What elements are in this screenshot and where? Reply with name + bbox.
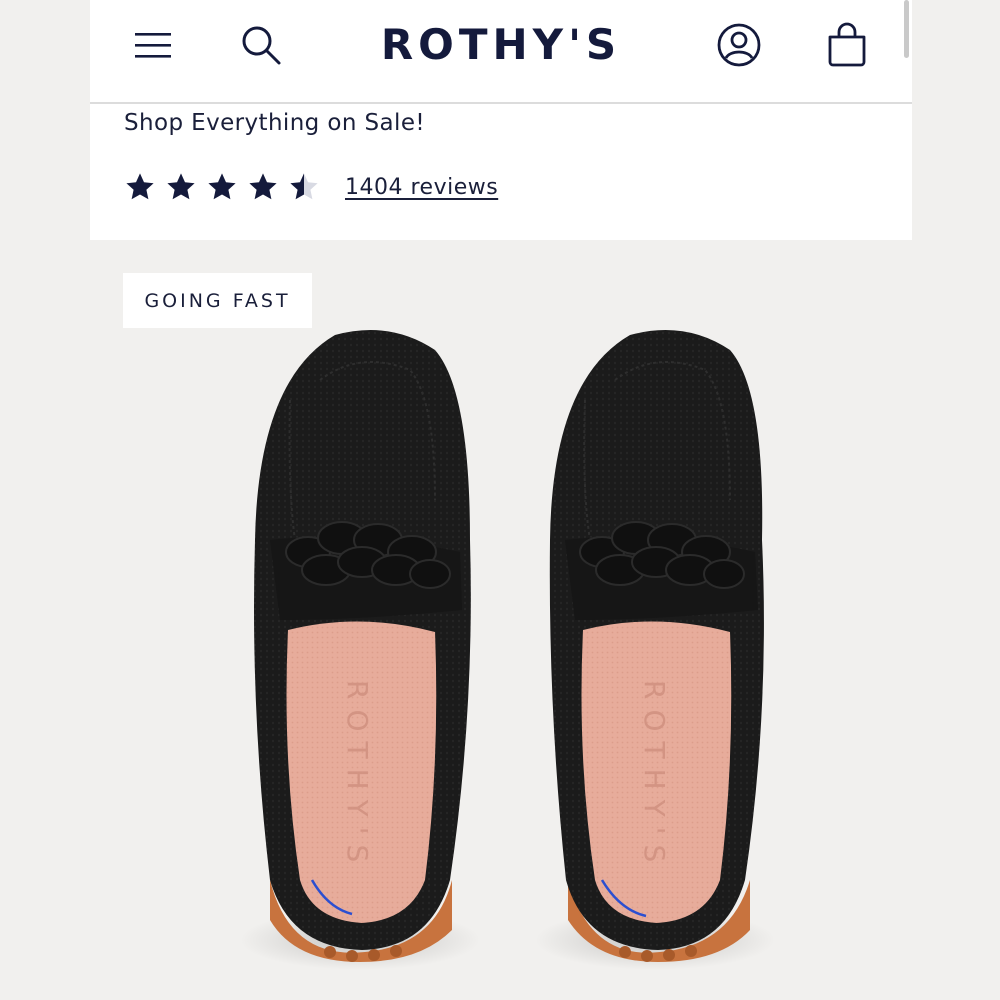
mobile-page: ROTHY'S Shop Everything on Sale! 1404 re… bbox=[90, 0, 912, 1000]
page-margin-left bbox=[0, 0, 90, 1000]
star-full-icon bbox=[208, 173, 236, 200]
shopping-bag-icon[interactable] bbox=[824, 22, 870, 68]
account-icon[interactable] bbox=[716, 22, 762, 68]
going-fast-badge: GOING FAST bbox=[123, 273, 312, 328]
brand-logo[interactable]: ROTHY'S bbox=[370, 20, 632, 69]
reviews-link[interactable]: 1404 reviews bbox=[345, 175, 498, 200]
left-shoe: ROTHY'S bbox=[240, 330, 480, 970]
search-icon[interactable] bbox=[238, 22, 284, 68]
star-full-icon bbox=[126, 173, 154, 200]
insole-brand-text: ROTHY'S bbox=[341, 680, 374, 872]
product-rating: 1404 reviews bbox=[124, 168, 498, 206]
star-half-icon bbox=[290, 173, 318, 200]
site-header: ROTHY'S bbox=[90, 0, 912, 104]
scrollbar[interactable] bbox=[904, 0, 909, 58]
star-full-icon bbox=[249, 173, 277, 200]
product-image-area[interactable]: ROTHY'S ROTHY'S GOING FAST bbox=[90, 240, 912, 1000]
page-margin-right bbox=[912, 0, 1000, 1000]
hamburger-menu-icon[interactable] bbox=[130, 22, 176, 68]
insole-brand-text: ROTHY'S bbox=[638, 680, 671, 872]
product-image: ROTHY'S ROTHY'S bbox=[240, 330, 775, 970]
sale-promo-text: Shop Everything on Sale! bbox=[124, 110, 426, 136]
right-shoe: ROTHY'S bbox=[535, 330, 775, 970]
star-full-icon bbox=[167, 173, 195, 200]
